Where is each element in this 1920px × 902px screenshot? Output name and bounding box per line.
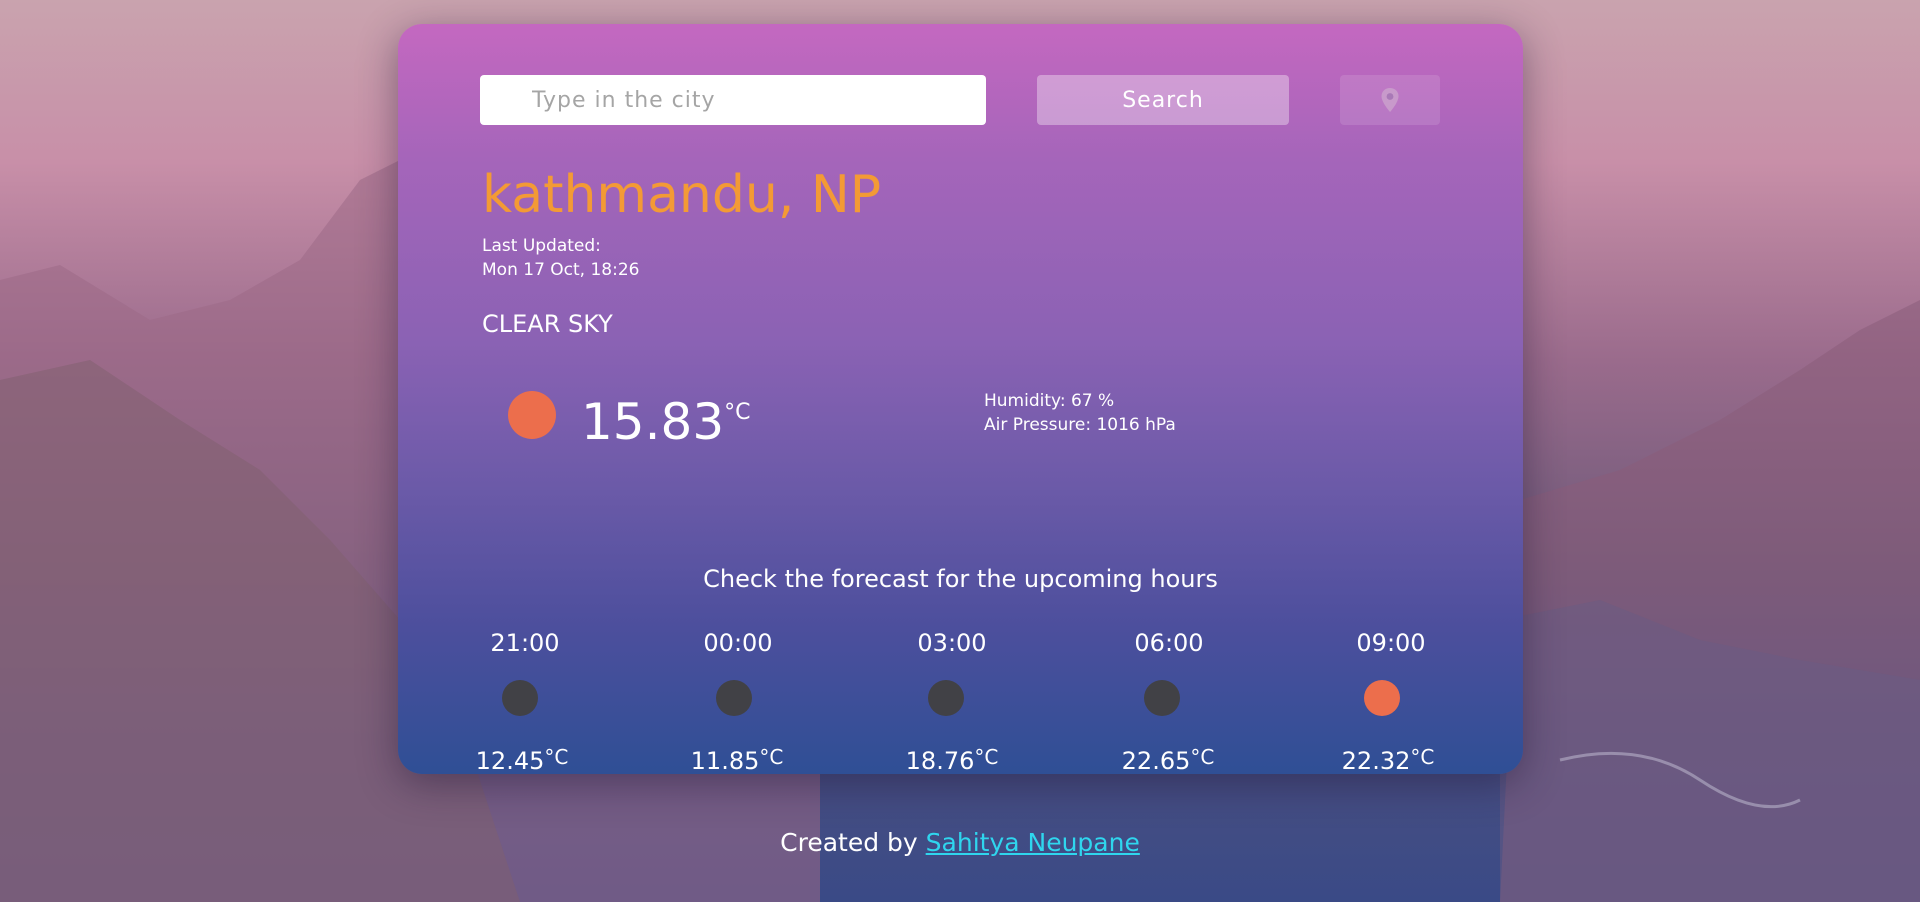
forecast-time: 03:00 [917,629,987,657]
location-button[interactable] [1340,75,1440,125]
last-updated-label: Last Updated: [482,236,601,256]
sun-icon [1364,680,1400,716]
last-updated-time: Mon 17 Oct, 18:26 [482,260,640,280]
forecast-temp: 18.76°C [872,745,1032,776]
moon-icon [1144,680,1180,716]
humidity: Humidity: 67 % [984,391,1115,411]
forecast-time: 21:00 [490,629,560,657]
forecast-temp-unit: °C [1190,745,1215,769]
current-temperature: 15.83°C [581,394,751,450]
forecast-temp-unit: °C [1410,745,1435,769]
temperature-unit: °C [724,400,751,425]
moon-icon [928,680,964,716]
forecast-temp: 22.32°C [1308,745,1468,776]
location-pin-icon [1381,88,1399,112]
sun-icon [508,391,556,439]
forecast-temp-unit: °C [544,745,569,769]
footer: Created by Sahitya Neupane [0,826,1920,860]
forecast-temp-unit: °C [974,745,999,769]
weather-stats: Humidity: 67 % Air Pressure: 1016 hPa [984,389,1176,437]
forecast-temp: 12.45°C [442,745,602,776]
city-name: kathmandu, NP [482,165,882,225]
forecast-temp-value: 11.85 [690,747,760,775]
forecast-temp: 11.85°C [657,745,817,776]
moon-icon [716,680,752,716]
forecast-temp-value: 22.65 [1121,747,1191,775]
forecast-time: 00:00 [703,629,773,657]
air-pressure: Air Pressure: 1016 hPa [984,415,1176,435]
author-link[interactable]: Sahitya Neupane [926,828,1140,857]
search-button[interactable]: Search [1037,75,1289,125]
forecast-temp: 22.65°C [1088,745,1248,776]
weather-card: Search kathmandu, NP Last Updated: Mon 1… [398,24,1523,776]
forecast-time: 09:00 [1356,629,1426,657]
forecast-temp-value: 22.32 [1341,747,1411,775]
city-search-input[interactable] [480,75,986,125]
weather-description: CLEAR SKY [482,310,613,338]
forecast-temp-value: 12.45 [475,747,545,775]
forecast-time: 06:00 [1134,629,1204,657]
moon-icon [502,680,538,716]
temperature-value: 15.83 [581,393,725,451]
forecast-temp-value: 18.76 [905,747,975,775]
footer-prefix: Created by [780,828,918,857]
last-updated: Last Updated: Mon 17 Oct, 18:26 [482,234,639,282]
forecast-temp-unit: °C [759,745,784,769]
forecast-title: Check the forecast for the upcoming hour… [703,565,1218,593]
